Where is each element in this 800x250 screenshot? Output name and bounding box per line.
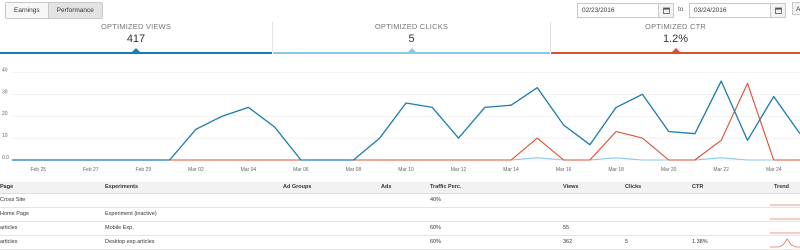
table-row[interactable]: Home Page Experiment (inactive)	[0, 208, 800, 222]
stat-tab-views[interactable]: OPTIMIZED VIEWS 417	[0, 19, 272, 54]
x-tick-label: Mar 16	[556, 167, 572, 173]
table-cell: articles	[0, 239, 18, 245]
stat-label: OPTIMIZED VIEWS	[100, 22, 172, 31]
x-tick-label: Mar 22	[713, 167, 729, 173]
table-cell: Desktop exp.articles	[105, 239, 155, 245]
table-cell: 60%	[430, 239, 442, 245]
x-tick-label: Feb 27	[83, 167, 99, 173]
x-tick-label: Mar 12	[451, 167, 467, 173]
date-to-input[interactable]	[690, 5, 770, 16]
x-tick-label: Mar 20	[661, 167, 677, 173]
table-header-row: Page Experiments Ad Groups Ads Traffic Perc.…	[0, 182, 800, 194]
x-tick-label: Feb 29	[136, 167, 152, 173]
column-header: Trend	[774, 184, 789, 190]
stat-divider	[550, 22, 551, 52]
x-tick-label: Mar 10	[398, 167, 414, 173]
stat-tab-ctr[interactable]: OPTIMIZED CTR 1.2%	[551, 19, 800, 54]
stat-divider	[272, 22, 273, 52]
trend-sparkline	[770, 218, 800, 220]
series-line-0	[12, 80, 800, 161]
experiments-table: Page Experiments Ad Groups Ads Traffic Perc.…	[0, 182, 800, 250]
stat-underline	[551, 52, 800, 54]
trend-sparkline	[770, 204, 800, 206]
column-header: Clicks	[625, 184, 642, 190]
column-header: Page	[0, 184, 14, 190]
date-from-field	[577, 3, 674, 18]
y-tick-label: 40	[2, 67, 8, 73]
stat-label: OPTIMIZED CTR	[645, 22, 706, 31]
table-cell: articles	[0, 225, 18, 231]
stat-value: 1.2%	[662, 33, 689, 45]
date-range-to-label: to	[678, 6, 684, 13]
table-cell: Cross Site	[0, 197, 26, 203]
stat-value: 5	[408, 33, 415, 45]
table-row[interactable]: articles Mobile Exp. 60% 55	[0, 222, 800, 236]
table-cell: 55	[563, 225, 570, 231]
column-header: Views	[563, 184, 579, 190]
x-tick-label: Mar 18	[608, 167, 624, 173]
x-tick-label: Mar 02	[188, 167, 204, 173]
stat-tab-clicks[interactable]: OPTIMIZED CLICKS 5	[273, 19, 550, 54]
table-cell: Mobile Exp.	[105, 225, 134, 231]
table-cell: 40%	[430, 197, 442, 203]
apply-button[interactable]: A	[792, 2, 800, 15]
column-header: Ads	[381, 184, 392, 190]
stat-underline	[0, 52, 272, 54]
performance-tab[interactable]: Performance	[47, 3, 102, 18]
y-tick-label: 0.0	[2, 155, 9, 161]
earnings-tab[interactable]: Earnings	[6, 3, 48, 18]
trend-sparkline	[770, 232, 800, 234]
table-cell: 60%	[430, 225, 442, 231]
table-cell: Experiment (inactive)	[105, 211, 157, 217]
table-cell: 1.38%	[692, 239, 708, 245]
table-cell: Home Page	[0, 211, 30, 217]
x-tick-label: Mar 04	[241, 167, 257, 173]
x-tick-label: Mar 24	[766, 167, 782, 173]
date-from-input[interactable]	[578, 5, 658, 16]
stat-value: 417	[126, 33, 146, 45]
y-tick-label: 30	[2, 89, 8, 95]
x-tick-label: Mar 14	[503, 167, 519, 173]
stat-underline	[273, 52, 550, 54]
column-header: Traffic Perc.	[430, 184, 462, 190]
y-tick-label: 10	[2, 133, 8, 139]
x-tick-label: Mar 08	[346, 167, 362, 173]
column-header: Ad Groups	[283, 184, 312, 190]
date-to-field	[689, 3, 786, 18]
calendar-icon[interactable]	[770, 4, 785, 17]
trend-sparkline	[770, 238, 800, 248]
table-row[interactable]: articles Desktop exp.articles 60% 362 5 1.38%	[0, 236, 800, 250]
table-row[interactable]: Cross Site 40%	[0, 194, 800, 208]
column-header: Experiments	[105, 184, 139, 190]
calendar-icon[interactable]	[658, 4, 673, 17]
y-tick-label: 20	[2, 111, 8, 117]
table-cell: 362	[563, 239, 573, 245]
performance-line-chart: 0.0 10 20 30 40 Feb 25 Feb 27 Feb 29 Mar 02 Mar 0…	[2, 67, 800, 173]
stat-label: OPTIMIZED CLICKS	[374, 22, 449, 31]
x-tick-label: Feb 25	[30, 167, 46, 173]
column-header: CTR	[692, 184, 704, 190]
view-toggle: Earnings Performance	[5, 2, 103, 19]
series-line-1	[12, 82, 800, 161]
table-cell: 5	[625, 239, 629, 245]
x-tick-label: Mar 06	[293, 167, 309, 173]
